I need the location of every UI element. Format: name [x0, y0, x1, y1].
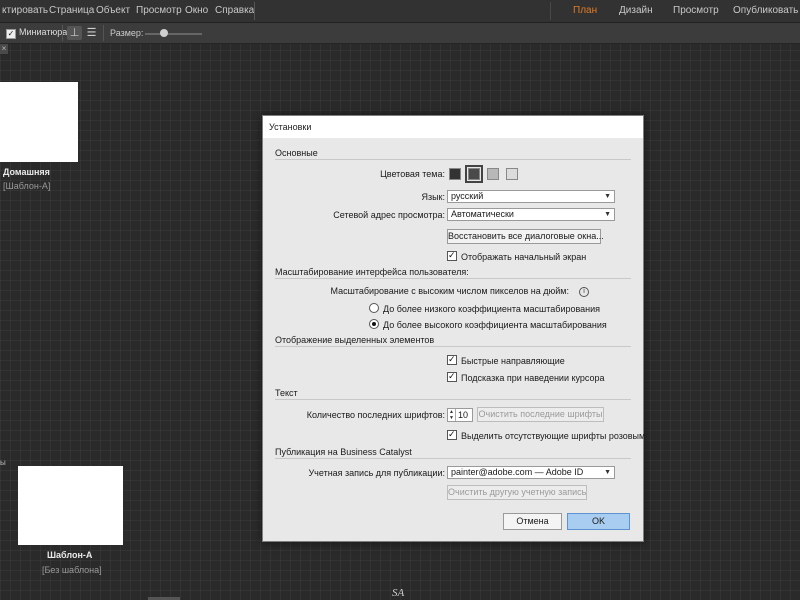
- cancel-button[interactable]: Отмена: [503, 513, 562, 530]
- theme-swatch-0[interactable]: [449, 168, 461, 180]
- size-slider[interactable]: [145, 29, 202, 37]
- check-icon: [447, 354, 457, 365]
- mode-plan[interactable]: План: [573, 5, 597, 16]
- language-value: русский: [451, 191, 484, 201]
- preview-address-select[interactable]: Автоматически ▼: [447, 208, 615, 221]
- mode-divider: [550, 2, 551, 20]
- show-start-screen-checkbox[interactable]: Отображать начальный экран: [447, 250, 587, 262]
- highlight-missing-fonts-checkbox[interactable]: Выделить отсутствующие шрифты розовым: [447, 429, 646, 441]
- hidpi-label: Масштабирование с высоким числом пиксело…: [330, 286, 569, 296]
- toolbar: ✓ Миниатюра ⊥ ☰ Размер:: [0, 23, 800, 44]
- recent-fonts-value: 10: [458, 410, 469, 420]
- show-start-screen-label: Отображать начальный экран: [461, 252, 587, 262]
- tree-view-icon[interactable]: ⊥: [67, 26, 82, 40]
- language-select[interactable]: русский ▼: [447, 190, 615, 203]
- toolbar-divider: [62, 25, 63, 41]
- section-text: Текст: [275, 388, 298, 398]
- radio-higher-label: До более высокого коэффициента масштабир…: [383, 320, 607, 330]
- menu-edit[interactable]: ктировать: [2, 5, 48, 16]
- mode-publish[interactable]: Опубликовать▼: [733, 5, 800, 16]
- section-selection: Отображение выделенных элементов: [275, 335, 435, 345]
- color-theme-label: Цветовая тема:: [380, 169, 445, 179]
- clear-other-account-button[interactable]: Очистить другую учетную запись: [447, 485, 587, 500]
- menu-object[interactable]: Объект: [96, 5, 130, 16]
- clear-recent-fonts-button[interactable]: Очистить последние шрифты: [477, 407, 604, 422]
- size-label: Размер:: [110, 28, 144, 38]
- highlight-missing-fonts-label: Выделить отсутствующие шрифты розовым: [461, 431, 646, 441]
- radio-selected-icon: [369, 319, 379, 329]
- ok-button[interactable]: OK: [567, 513, 630, 530]
- mode-preview[interactable]: Просмотр: [673, 5, 719, 16]
- theme-swatch-2[interactable]: [487, 168, 499, 180]
- dialog-title-bar: Установки: [263, 116, 643, 138]
- section-divider: [275, 399, 631, 400]
- recent-fonts-stepper[interactable]: ▲ ▼ 10: [447, 408, 473, 422]
- theme-swatch-1[interactable]: [465, 165, 483, 183]
- stepper-arrows-icon[interactable]: ▲ ▼: [448, 409, 456, 421]
- page-thumbnail-master-a[interactable]: [18, 466, 123, 545]
- section-publishing: Публикация на Business Catalyst: [275, 447, 412, 457]
- mode-design[interactable]: Дизайн: [619, 5, 653, 16]
- menu-help[interactable]: Справка: [215, 5, 254, 16]
- thumbnails-checkbox[interactable]: ✓ Миниатюра: [6, 27, 67, 39]
- page-master-master-a: [Без шаблона]: [42, 565, 102, 575]
- check-icon: [447, 429, 457, 440]
- page-name-master-a[interactable]: Шаблон-А: [47, 550, 92, 560]
- chevron-down-icon: ▼: [604, 193, 611, 200]
- section-divider: [275, 346, 631, 347]
- info-icon[interactable]: i: [579, 287, 589, 297]
- edge-label: ы: [0, 458, 6, 467]
- menu-divider: [254, 2, 255, 20]
- smart-guides-label: Быстрые направляющие: [461, 356, 565, 366]
- section-ui-scaling: Масштабирование интерфейса пользователя:: [275, 267, 469, 277]
- section-divider: [275, 159, 631, 160]
- check-icon: [447, 250, 457, 261]
- check-icon: ✓: [6, 29, 16, 39]
- preview-address-label: Сетевой адрес просмотра:: [333, 210, 445, 220]
- size-slider-thumb[interactable]: [160, 29, 168, 37]
- recent-fonts-label: Количество последних шрифтов:: [306, 410, 445, 420]
- language-label: Язык:: [421, 192, 445, 202]
- account-select[interactable]: painter@adobe.com — Adobe ID ▼: [447, 466, 615, 479]
- radio-higher-scaling[interactable]: До более высокого коэффициента масштабир…: [369, 319, 607, 330]
- watermark: SA: [392, 587, 405, 599]
- close-icon[interactable]: ×: [0, 44, 8, 54]
- chevron-down-icon: ▼: [604, 469, 611, 476]
- preferences-dialog: Установки Основные Цветовая тема: Язык: …: [262, 115, 646, 542]
- smart-guides-checkbox[interactable]: Быстрые направляющие: [447, 354, 565, 366]
- menu-window[interactable]: Окно: [185, 5, 208, 16]
- dialog-title: Установки: [269, 122, 312, 132]
- account-value: painter@adobe.com — Adobe ID: [451, 467, 584, 477]
- hover-tooltip-checkbox[interactable]: Подсказка при наведении курсора: [447, 371, 605, 383]
- check-icon: [447, 371, 457, 382]
- account-label: Учетная запись для публикации:: [308, 468, 445, 478]
- restore-dialogs-button[interactable]: Восстановить все диалоговые окна...: [447, 229, 604, 244]
- preview-address-value: Автоматически: [451, 209, 514, 219]
- page-name-home[interactable]: Домашняя: [3, 167, 50, 177]
- menu-view[interactable]: Просмотр: [136, 5, 182, 16]
- theme-swatch-3[interactable]: [506, 168, 518, 180]
- section-divider: [275, 278, 631, 279]
- mode-publish-label: Опубликовать: [733, 5, 799, 16]
- radio-lower-label: До более низкого коэффициента масштабиро…: [383, 304, 601, 314]
- menu-page[interactable]: Страница: [49, 5, 94, 16]
- section-general: Основные: [275, 148, 318, 158]
- menu-bar: ктировать Страница Объект Просмотр Окно …: [0, 0, 800, 23]
- page-master-home: [Шаблон-А]: [3, 181, 51, 191]
- page-thumbnail-home[interactable]: [0, 82, 78, 162]
- radio-icon: [369, 303, 379, 313]
- chevron-down-icon: ▼: [604, 211, 611, 218]
- toolbar-divider: [103, 25, 104, 41]
- list-view-icon[interactable]: ☰: [84, 26, 99, 40]
- section-divider: [275, 458, 631, 459]
- thumbnails-label: Миниатюра: [19, 27, 68, 37]
- radio-lower-scaling[interactable]: До более низкого коэффициента масштабиро…: [369, 303, 600, 314]
- hover-tooltip-label: Подсказка при наведении курсора: [461, 373, 605, 383]
